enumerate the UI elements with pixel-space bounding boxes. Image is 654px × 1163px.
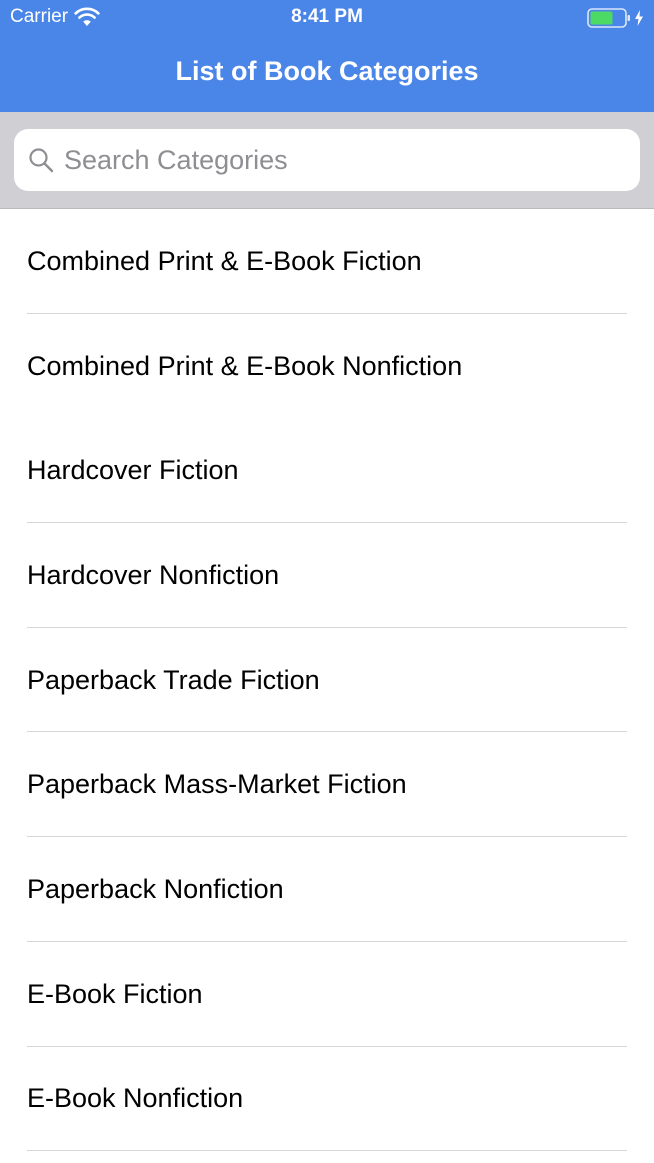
category-item-hardcover-fiction[interactable]: Hardcover Fiction <box>0 418 654 523</box>
battery-group <box>587 8 644 28</box>
search-input[interactable] <box>64 144 604 176</box>
category-item-paperback-trade-fiction[interactable]: Paperback Trade Fiction <box>0 628 654 733</box>
navigation-header: Carrier 8:41 PM List of Book Categories <box>0 0 654 112</box>
category-label: Hardcover Fiction <box>27 455 239 486</box>
category-label: Paperback Mass-Market Fiction <box>27 769 407 800</box>
category-item-paperback-mass-market-fiction[interactable]: Paperback Mass-Market Fiction <box>0 732 654 837</box>
category-label: Paperback Nonfiction <box>27 873 284 904</box>
category-item-combined-print-ebook-fiction[interactable]: Combined Print & E-Book Fiction <box>0 209 654 314</box>
search-field[interactable] <box>14 129 640 191</box>
category-item-hardcover-nonfiction[interactable]: Hardcover Nonfiction <box>0 523 654 628</box>
status-time: 8:41 PM <box>291 6 363 27</box>
battery-icon <box>587 8 630 28</box>
category-label: E-Book Nonfiction <box>27 1083 244 1114</box>
category-item-combined-print-ebook-nonfiction[interactable]: Combined Print & E-Book Nonfiction <box>0 314 654 419</box>
category-item-ebook-nonfiction[interactable]: E-Book Nonfiction <box>0 1047 654 1152</box>
category-label: Combined Print & E-Book Fiction <box>27 245 422 276</box>
category-label: Combined Print & E-Book Nonfiction <box>27 350 463 381</box>
category-label: Paperback Trade Fiction <box>27 664 320 695</box>
search-bar <box>0 112 654 209</box>
category-list: Combined Print & E-Book Fiction Combined… <box>0 209 654 1151</box>
page-title: List of Book Categories <box>175 56 479 86</box>
category-item-ebook-fiction[interactable]: E-Book Fiction <box>0 942 654 1047</box>
status-bar: Carrier 8:41 PM <box>0 0 654 36</box>
category-label: E-Book Fiction <box>27 978 203 1009</box>
category-item-paperback-nonfiction[interactable]: Paperback Nonfiction <box>0 837 654 942</box>
search-icon <box>29 148 54 173</box>
charge-icon <box>635 10 643 26</box>
category-label: Hardcover Nonfiction <box>27 559 280 590</box>
